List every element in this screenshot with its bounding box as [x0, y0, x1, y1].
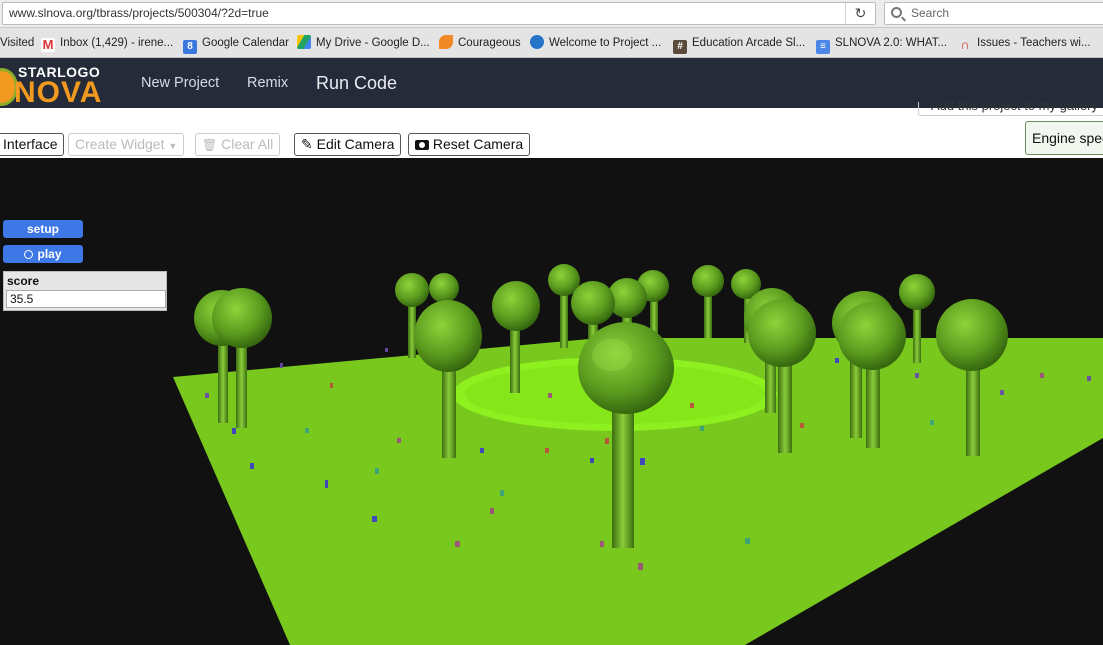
3d-viewport[interactable]: setup play score 35.5	[0, 158, 1103, 645]
browser-search-input[interactable]: Search	[884, 2, 1103, 25]
bookmark-calendar[interactable]: 8 Google Calendar	[183, 28, 289, 57]
app-root: www.slnova.org/tbrass/projects/500304/?2…	[0, 0, 1103, 645]
doc-icon: ≡	[816, 40, 830, 54]
pencil-icon: ✎	[301, 136, 313, 152]
create-widget-button[interactable]: Create Widget ▼	[68, 133, 185, 156]
bookmark-label: Welcome to Project ...	[549, 37, 662, 49]
edit-camera-button[interactable]: ✎ Edit Camera	[294, 133, 402, 156]
create-widget-label: Create Widget	[75, 136, 165, 152]
terrain-scene	[173, 264, 1103, 645]
search-placeholder: Search	[911, 6, 950, 20]
bookmark-visited[interactable]: Visited	[0, 28, 35, 57]
bookmark-label: Google Calendar	[202, 37, 289, 49]
bookmark-label: Visited	[0, 37, 35, 49]
reload-icon[interactable]: ↻	[845, 3, 875, 24]
reset-camera-button[interactable]: Reset Camera	[408, 133, 531, 156]
score-label: score	[7, 274, 40, 288]
remix-link[interactable]: Remix	[247, 58, 288, 108]
run-code-link[interactable]: Run Code	[316, 58, 397, 108]
flame-icon	[439, 35, 453, 49]
score-widget: score 35.5	[3, 271, 167, 311]
interface-label: Interface	[3, 136, 58, 152]
drive-icon	[297, 35, 311, 49]
bookmark-welcome[interactable]: Welcome to Project ...	[530, 28, 662, 57]
reset-camera-label: Reset Camera	[432, 136, 524, 152]
bookmark-courageous[interactable]: Courageous	[439, 28, 521, 57]
caret-down-icon: ▼	[168, 141, 178, 151]
edit-camera-label: Edit Camera	[316, 136, 395, 152]
browser-toolbar: www.slnova.org/tbrass/projects/500304/?2…	[0, 0, 1103, 28]
interface-button[interactable]: Interface	[0, 133, 65, 156]
bookmark-label: Education Arcade Sl...	[692, 37, 806, 49]
gmail-icon: M	[41, 37, 55, 52]
app-header: STARLOGO NOVA New Project Remix Run Code	[0, 58, 1103, 109]
hash-icon: #	[673, 40, 687, 54]
bookmark-issues[interactable]: ∩ Issues - Teachers wi...	[958, 28, 1091, 57]
bookmark-drive[interactable]: My Drive - Google D...	[297, 28, 430, 57]
bookmark-label: SLNOVA 2.0: WHAT...	[835, 37, 948, 49]
power-icon	[24, 250, 34, 259]
new-project-link[interactable]: New Project	[141, 58, 219, 108]
url-bar[interactable]: www.slnova.org/tbrass/projects/500304/?2…	[2, 2, 876, 25]
engine-speed-button[interactable]: Engine speed	[1025, 121, 1103, 155]
camera-icon	[415, 140, 429, 150]
starlogo-nova-logo[interactable]: STARLOGO NOVA	[0, 60, 128, 112]
score-value: 35.5	[6, 290, 166, 308]
play-label: play	[37, 247, 62, 261]
play-button[interactable]: play	[3, 245, 83, 263]
bookmark-label: My Drive - Google D...	[316, 37, 430, 49]
bookmark-label: Courageous	[458, 37, 521, 49]
calendar-icon: 8	[183, 40, 197, 54]
bookmark-slnova[interactable]: ≡ SLNOVA 2.0: WHAT...	[816, 28, 948, 57]
project-toolbar: Add this project to my gallery Interface…	[0, 102, 1103, 158]
search-icon	[891, 7, 902, 18]
bookmarks-bar: Visited M Inbox (1,429) - irene... 8 Googl…	[0, 28, 1103, 58]
bookmark-label: Inbox (1,429) - irene...	[60, 37, 174, 49]
bookmark-label: Issues - Teachers wi...	[977, 37, 1091, 49]
setup-button[interactable]: setup	[3, 220, 83, 238]
url-text: www.slnova.org/tbrass/projects/500304/?2…	[9, 6, 269, 20]
drupal-icon	[530, 35, 544, 49]
trash-icon: 🗑	[202, 138, 218, 152]
clear-all-button[interactable]: 🗑 Clear All	[195, 133, 281, 156]
add-to-gallery-button[interactable]: Add this project to my gallery	[918, 102, 1103, 116]
logo-big-text: NOVA	[14, 76, 103, 109]
rainbow-icon: ∩	[960, 37, 970, 52]
bookmark-inbox[interactable]: M Inbox (1,429) - irene...	[41, 28, 174, 57]
bookmark-education-arcade[interactable]: # Education Arcade Sl...	[673, 28, 806, 57]
clear-all-label: Clear All	[221, 136, 274, 152]
